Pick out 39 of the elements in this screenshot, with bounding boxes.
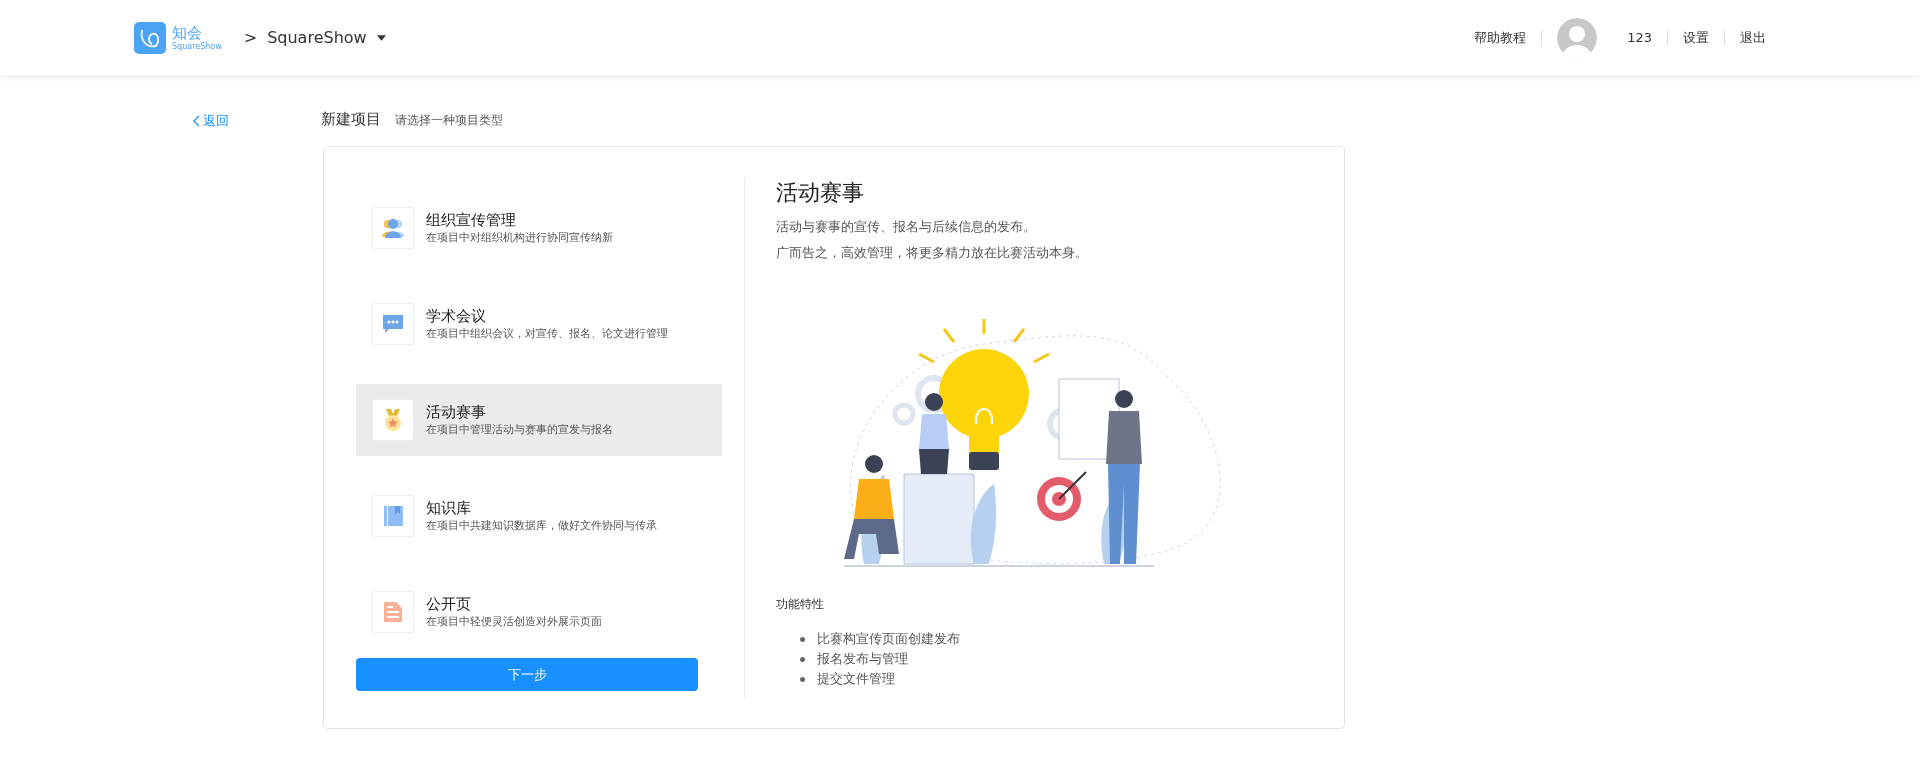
- feature-item: 提交文件管理: [817, 670, 895, 688]
- project-type-title: 学术会议: [426, 307, 487, 326]
- book-icon: [381, 504, 405, 528]
- page-subtitle: 请选择一种项目类型: [395, 112, 503, 129]
- page-title: 新建项目: [321, 110, 381, 129]
- people-icon: [381, 216, 405, 240]
- project-type-title: 公开页: [426, 595, 472, 614]
- avatar-icon[interactable]: [1557, 17, 1598, 58]
- project-type-description: 在项目中共建知识数据库，做好文件协同与传承: [426, 518, 657, 533]
- logo-icon: [134, 21, 166, 54]
- detail-description: 广而告之，高效管理，将更多精力放在比赛活动本身。: [776, 244, 1089, 262]
- logo-subtext: SquareShow: [172, 41, 222, 51]
- settings-link[interactable]: 设置: [1683, 28, 1709, 47]
- bullet-icon: [800, 636, 805, 642]
- chevron-left-icon[interactable]: [193, 115, 200, 127]
- feature-item: 比赛构宣传页面创建发布: [817, 630, 960, 648]
- project-type-title: 组织宣传管理: [426, 211, 517, 230]
- help-link[interactable]: 帮助教程: [1474, 28, 1527, 47]
- logo-text: 知会: [172, 24, 203, 42]
- project-type-description: 在项目中组织会议，对宣传、报名、论文进行管理: [426, 326, 668, 341]
- logout-link[interactable]: 退出: [1740, 28, 1766, 47]
- bullet-icon: [800, 656, 805, 662]
- chat-bubble-icon: [381, 312, 405, 336]
- project-type-title: 活动赛事: [426, 403, 487, 422]
- feature-item: 报名发布与管理: [817, 650, 908, 668]
- project-type-title: 知识库: [426, 499, 472, 518]
- breadcrumb-separator: >: [243, 28, 258, 47]
- detail-title: 活动赛事: [776, 179, 865, 207]
- project-type-item[interactable]: 活动赛事 在项目中管理活动与赛事的宣发与报名: [356, 384, 722, 456]
- project-type-description: 在项目中对组织机构进行协同宣传纳新: [426, 230, 613, 245]
- project-type-description: 在项目中轻便灵活创造对外展示页面: [426, 614, 602, 629]
- username[interactable]: 123: [1627, 30, 1652, 45]
- caret-icon[interactable]: [376, 34, 386, 41]
- project-type-description: 在项目中管理活动与赛事的宣发与报名: [426, 422, 613, 437]
- workspace-selector[interactable]: SquareShow: [267, 28, 367, 47]
- bullet-icon: [800, 676, 805, 682]
- document-icon: [381, 600, 405, 624]
- features-heading: 功能特性: [776, 596, 825, 613]
- detail-description: 活动与赛事的宣传、报名与后续信息的发布。: [776, 218, 1037, 236]
